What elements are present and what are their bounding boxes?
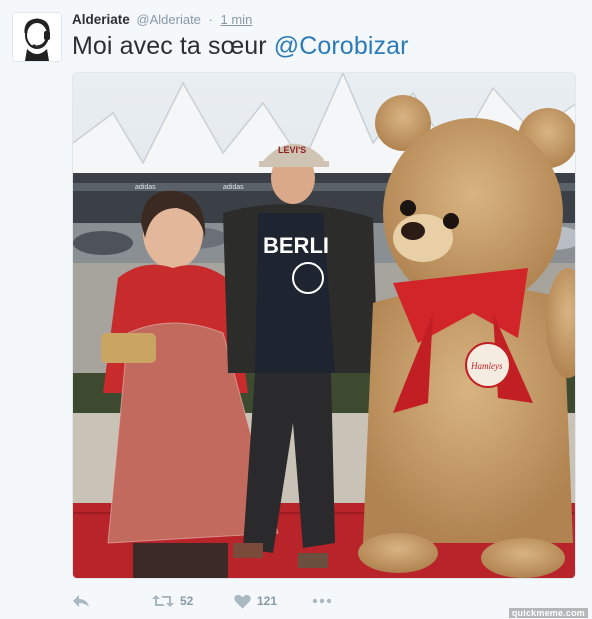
tweet-header: Alderiate @Alderiate · 1 min	[72, 12, 252, 27]
svg-text:adidas: adidas	[223, 184, 244, 191]
tweet-text-body: Moi avec ta sœur	[72, 32, 274, 60]
retweet-icon	[152, 595, 174, 607]
store-sign-text: adidas	[135, 184, 156, 191]
photo-image: adidas adidas LEVI'S BERLI Hamleys	[73, 73, 575, 578]
tweet-card: Alderiate @Alderiate · 1 min Moi avec ta…	[0, 0, 592, 619]
avatar[interactable]	[12, 12, 62, 62]
timestamp-link[interactable]: 1 min	[221, 12, 253, 27]
reply-button[interactable]	[72, 590, 90, 612]
like-count: 121	[257, 594, 278, 608]
retweet-button[interactable]: 52	[152, 590, 193, 612]
user-handle[interactable]: @Alderiate	[136, 12, 201, 27]
separator: ·	[208, 12, 213, 27]
bear-badge-text: Hamleys	[470, 361, 503, 371]
reply-icon	[73, 595, 89, 607]
watermark: quickmeme.com	[508, 608, 588, 618]
more-button[interactable]	[312, 590, 332, 612]
display-name[interactable]: Alderiate	[72, 12, 130, 27]
tweet-photo[interactable]: adidas adidas LEVI'S BERLI Hamleys	[72, 72, 576, 579]
shirt-text: BERLI	[263, 233, 329, 258]
retweet-count: 52	[180, 594, 194, 608]
tweet-text: Moi avec ta sœur @Corobizar	[72, 32, 409, 61]
like-button[interactable]: 121	[234, 590, 277, 612]
mention-link[interactable]: @Corobizar	[274, 32, 409, 60]
tweet-actions: 52 121	[72, 590, 582, 612]
heart-icon	[234, 594, 251, 608]
more-dots-icon	[312, 598, 332, 604]
cap-text: LEVI'S	[278, 145, 306, 155]
avatar-headset-icon	[13, 13, 61, 61]
